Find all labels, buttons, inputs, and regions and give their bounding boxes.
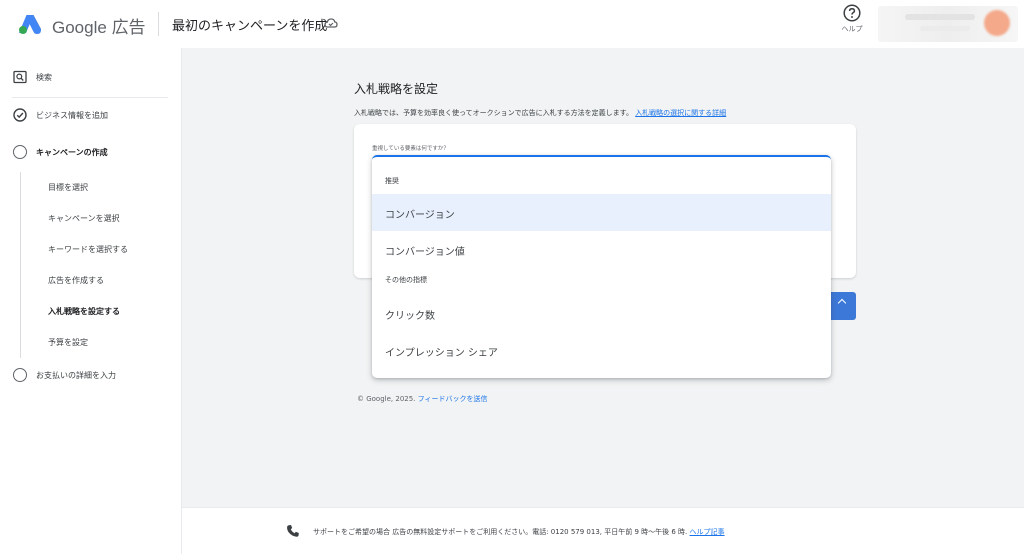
sidebar-item-business-info[interactable]: ビジネス情報を追加: [0, 108, 182, 122]
phone-icon: [287, 525, 299, 537]
sidebar: 検索 ビジネス情報を追加 キャンペーンの作成 目標を選択 キャンペーンを選択 キ…: [0, 48, 182, 554]
top-header: Google 広告 最初のキャンペーンを作成 ヘルプ: [0, 0, 1024, 48]
cloud-saved-icon: [324, 18, 338, 28]
substep-set-bidding[interactable]: 入札戦略を設定する: [48, 306, 120, 317]
copyright: © Google, 2025. フィードバックを送信: [357, 394, 488, 404]
option-conversions[interactable]: コンバージョン: [372, 194, 831, 231]
option-impression-share[interactable]: インプレッション シェア: [372, 332, 831, 369]
account-name-blurred: [905, 14, 975, 20]
chevron-icon: [837, 298, 847, 308]
avatar[interactable]: [984, 10, 1010, 36]
option-label: コンバージョン: [385, 210, 455, 221]
group-label-other-metrics: その他の指標: [385, 276, 427, 284]
page-description: 入札戦略では、予算を効率良く使ってオークションで広告に入札する方法を定義します。…: [354, 108, 726, 118]
sidebar-item-create-campaign[interactable]: キャンペーンの作成: [0, 145, 182, 159]
support-text: サポートをご希望の場合 広告の無料設定サポートをご利用ください。電話: 0120…: [313, 527, 725, 537]
header-divider: [158, 12, 159, 36]
substep-select-campaign[interactable]: キャンペーンを選択: [48, 213, 120, 224]
substep-set-budget[interactable]: 予算を設定: [48, 337, 88, 348]
sidebar-label-search: 検索: [36, 72, 52, 82]
step-circle-icon: [13, 368, 27, 382]
support-message: サポートをご希望の場合 広告の無料設定サポートをご利用ください。電話: 0120…: [313, 528, 688, 536]
substep-select-goal[interactable]: 目標を選択: [48, 182, 88, 193]
sidebar-label-payment: お支払いの詳細を入力: [36, 370, 116, 380]
bidding-learn-more-link[interactable]: 入札戦略の選択に関する詳細: [635, 109, 726, 117]
sidebar-label-business-info: ビジネス情報を追加: [36, 110, 108, 120]
focus-question-label: 重視している要素は何ですか？: [372, 146, 449, 152]
sidebar-item-search[interactable]: 検索: [0, 70, 182, 84]
option-label: クリック数: [385, 311, 435, 322]
brand-google: Google: [52, 18, 107, 37]
help-button[interactable]: ヘルプ: [838, 4, 866, 34]
send-feedback-link[interactable]: フィードバックを送信: [418, 395, 488, 403]
help-label: ヘルプ: [841, 25, 863, 33]
campaign-title: 最初のキャンペーンを作成: [172, 19, 328, 34]
sidebar-divider: [12, 97, 168, 98]
sidebar-label-create-campaign: キャンペーンの作成: [36, 147, 108, 157]
substep-line: [20, 172, 21, 358]
focus-dropdown-menu: 推奨 コンバージョン コンバージョン値 その他の指標 クリック数 インプレッショ…: [372, 155, 831, 378]
description-text: 入札戦略では、予算を効率良く使ってオークションで広告に入札する方法を定義します。: [354, 109, 633, 117]
substep-select-keywords[interactable]: キーワードを選択する: [48, 244, 128, 255]
sidebar-item-payment[interactable]: お支払いの詳細を入力: [0, 368, 182, 382]
google-ads-logo-icon[interactable]: [18, 13, 42, 35]
step-circle-icon: [13, 145, 27, 159]
option-label: コンバージョン値: [385, 247, 465, 258]
search-icon: [13, 70, 27, 84]
option-label: インプレッション シェア: [385, 348, 498, 359]
option-conversion-value[interactable]: コンバージョン値: [372, 231, 831, 268]
check-circle-icon: [13, 108, 27, 122]
option-clicks[interactable]: クリック数: [372, 295, 831, 332]
copyright-text: © Google, 2025.: [357, 395, 416, 403]
support-footer: サポートをご希望の場合 広告の無料設定サポートをご利用ください。電話: 0120…: [182, 507, 1024, 554]
brand-name: Google 広告: [52, 13, 146, 38]
page-title: 入札戦略を設定: [354, 82, 439, 96]
help-icon: [843, 4, 861, 22]
help-article-link[interactable]: ヘルプ記事: [690, 528, 725, 536]
account-id-blurred: [920, 26, 970, 31]
group-label-recommended: 推奨: [385, 177, 399, 185]
brand-ads: 広告: [111, 18, 146, 37]
substep-create-ads[interactable]: 広告を作成する: [48, 275, 104, 286]
